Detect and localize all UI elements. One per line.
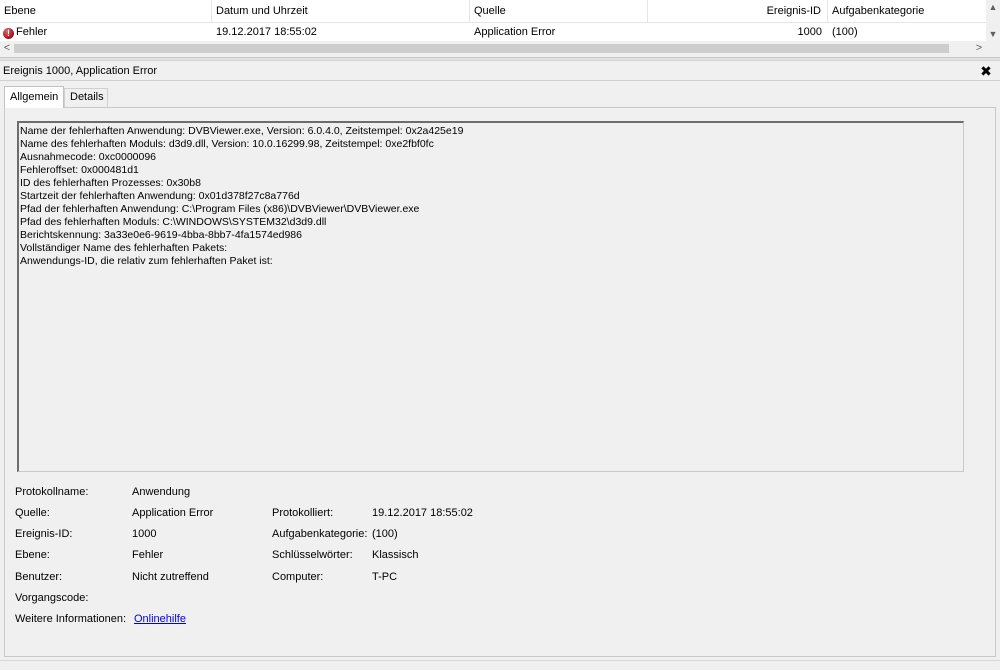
event-id-value: 1000 bbox=[132, 528, 157, 540]
opcode-label: Vorgangscode: bbox=[15, 592, 89, 604]
row-source-cell: Application Error bbox=[474, 26, 556, 38]
list-header: Ebene Datum und Uhrzeit Quelle Ereignis-… bbox=[0, 0, 1000, 23]
error-icon: ! bbox=[3, 28, 14, 39]
description-line: Pfad der fehlerhaften Anwendung: C:\Prog… bbox=[20, 203, 420, 215]
column-header-date[interactable]: Datum und Uhrzeit bbox=[212, 0, 470, 23]
column-header-task-category[interactable]: Aufgabenkategorie bbox=[828, 0, 986, 23]
level-label: Ebene: bbox=[15, 549, 50, 561]
keywords-value: Klassisch bbox=[372, 549, 419, 561]
task-category-value: (100) bbox=[372, 528, 398, 540]
online-help-link[interactable]: Onlinehilfe bbox=[134, 611, 186, 627]
keywords-label: Schlüsselwörter: bbox=[272, 549, 353, 561]
more-info-label: Weitere Informationen: bbox=[15, 613, 127, 625]
table-row[interactable]: ! Fehler 19.12.2017 18:55:02 Application … bbox=[0, 23, 986, 41]
row-level-cell: ! Fehler bbox=[0, 23, 212, 41]
description-line: Pfad des fehlerhaften Moduls: C:\WINDOWS… bbox=[20, 216, 327, 228]
description-line: Startzeit der fehlerhaften Anwendung: 0x… bbox=[20, 190, 300, 202]
event-id-label: Ereignis-ID: bbox=[15, 528, 73, 540]
close-icon[interactable]: ✖ bbox=[978, 61, 994, 81]
scroll-up-icon[interactable]: ▲ bbox=[986, 0, 1000, 14]
row-level-text: Fehler bbox=[16, 26, 48, 38]
detail-title: Ereignis 1000, Application Error bbox=[0, 61, 1000, 81]
description-line: ID des fehlerhaften Prozesses: 0x30b8 bbox=[20, 177, 201, 189]
log-name-value: Anwendung bbox=[132, 486, 191, 498]
scrollbar-corner bbox=[986, 41, 1000, 56]
event-list: Ebene Datum und Uhrzeit Quelle Ereignis-… bbox=[0, 0, 1000, 56]
user-label: Benutzer: bbox=[15, 571, 63, 583]
description-line: Ausnahmecode: 0xc0000096 bbox=[20, 151, 157, 163]
row-event-id-cell: 1000 bbox=[797, 26, 822, 38]
vertical-scrollbar[interactable]: ▲ ▼ bbox=[986, 0, 1000, 41]
column-header-event-id[interactable]: Ereignis-ID bbox=[648, 0, 828, 23]
description-line: Vollständiger Name des fehlerhaften Pake… bbox=[20, 242, 228, 254]
column-header-source[interactable]: Quelle bbox=[470, 0, 648, 23]
scrollbar-thumb[interactable] bbox=[14, 44, 949, 53]
column-header-level[interactable]: Ebene bbox=[0, 0, 212, 23]
horizontal-scrollbar[interactable]: < > bbox=[0, 41, 986, 56]
logged-label: Protokolliert: bbox=[272, 507, 334, 519]
source-label: Quelle: bbox=[15, 507, 50, 519]
computer-label: Computer: bbox=[272, 571, 324, 583]
description-line: Name der fehlerhaften Anwendung: DVBView… bbox=[20, 125, 464, 137]
user-value: Nicht zutreffend bbox=[132, 571, 209, 583]
computer-value: T-PC bbox=[372, 571, 398, 583]
tab-details[interactable]: Details bbox=[64, 88, 108, 107]
scroll-down-icon[interactable]: ▼ bbox=[986, 27, 1000, 41]
logged-value: 19.12.2017 18:55:02 bbox=[372, 507, 473, 519]
scroll-left-icon[interactable]: < bbox=[0, 41, 14, 56]
description-line: Name des fehlerhaften Moduls: d3d9.dll, … bbox=[20, 138, 434, 150]
description-line: Berichtskennung: 3a33e0e6-9619-4bba-8bb7… bbox=[20, 229, 302, 241]
tab-allgemein[interactable]: Allgemein bbox=[4, 86, 64, 108]
event-description[interactable]: Name der fehlerhaften Anwendung: DVBView… bbox=[17, 121, 964, 472]
description-line: Anwendungs-ID, die relativ zum fehlerhaf… bbox=[20, 255, 273, 267]
log-name-label: Protokollname: bbox=[15, 486, 89, 498]
description-line: Fehleroffset: 0x000481d1 bbox=[20, 164, 139, 176]
row-date-cell: 19.12.2017 18:55:02 bbox=[216, 26, 317, 38]
task-category-label: Aufgabenkategorie: bbox=[272, 528, 368, 540]
level-value: Fehler bbox=[132, 549, 164, 561]
scroll-right-icon[interactable]: > bbox=[972, 41, 986, 56]
row-task-category-cell: (100) bbox=[832, 26, 858, 38]
source-value: Application Error bbox=[132, 507, 214, 519]
bottom-border bbox=[0, 660, 1000, 670]
